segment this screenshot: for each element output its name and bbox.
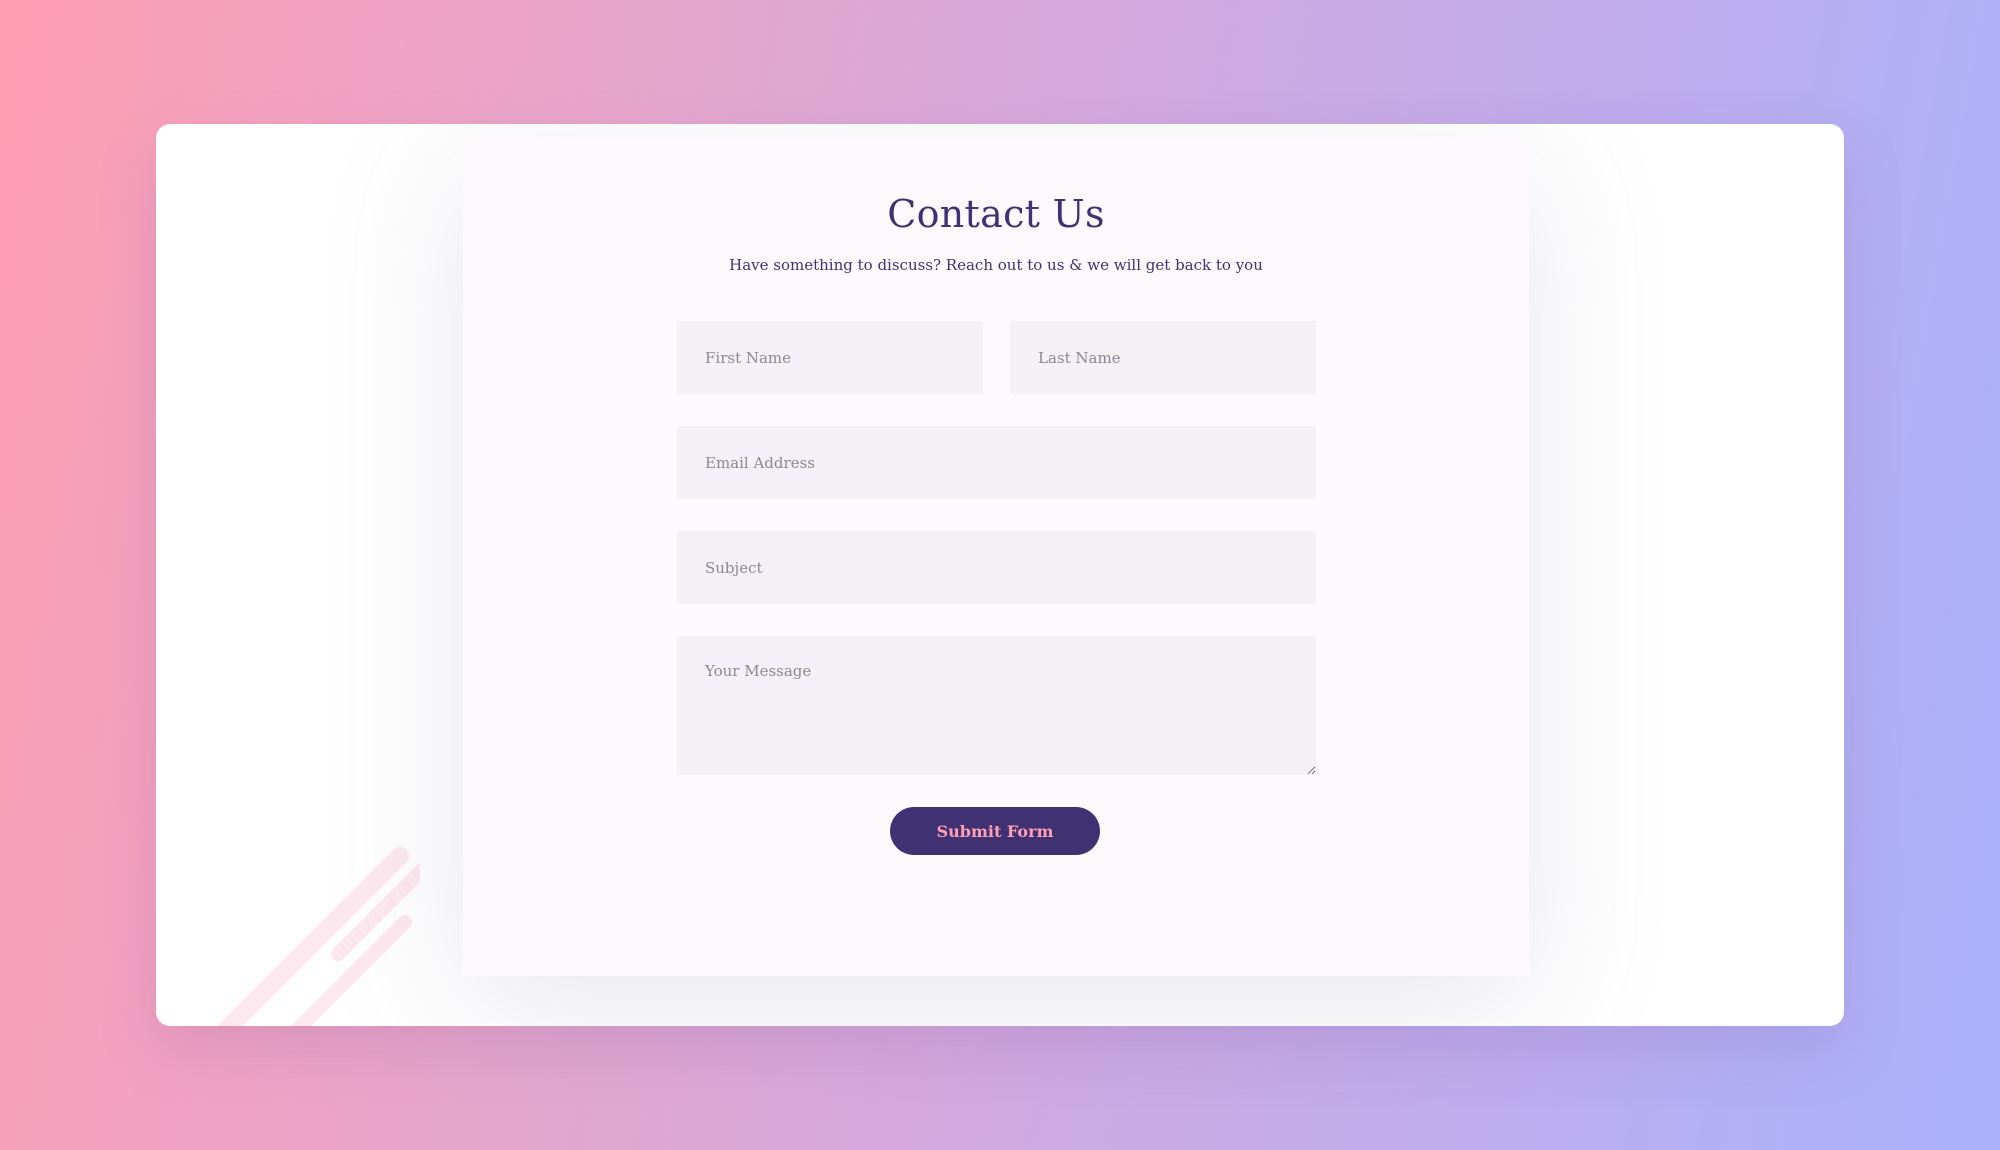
page-title: Contact Us [887,192,1105,236]
subject-field[interactable] [677,531,1316,604]
contact-card: Contact Us Have something to discuss? Re… [156,124,1844,1026]
page-subtitle: Have something to discuss? Reach out to … [729,256,1263,274]
message-field[interactable] [677,636,1316,775]
submit-button[interactable]: Submit Form [890,807,1100,855]
diagonal-stripes-decoration-icon [217,847,420,1026]
email-field[interactable] [677,426,1316,499]
first-name-field[interactable] [677,321,983,394]
last-name-field[interactable] [1010,321,1316,394]
contact-form-panel: Contact Us Have something to discuss? Re… [463,138,1529,976]
